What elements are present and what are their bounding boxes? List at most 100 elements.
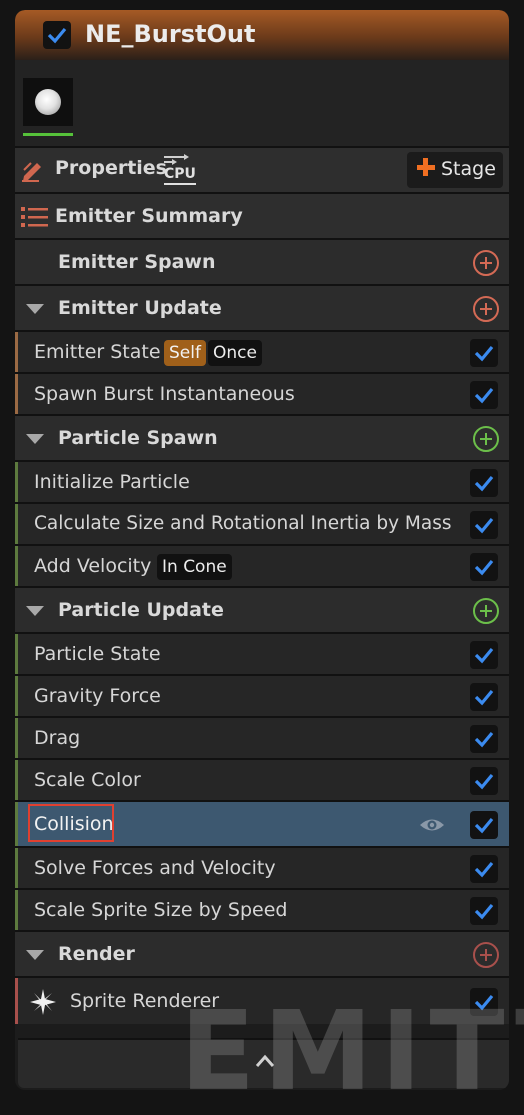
check-icon <box>474 647 494 664</box>
module-enabled-checkbox[interactable] <box>470 725 498 753</box>
stage-stripe <box>15 546 18 586</box>
section-label: Emitter Spawn <box>58 251 216 273</box>
section-label: Render <box>58 943 135 965</box>
check-icon <box>474 773 494 790</box>
plus-icon <box>417 158 435 176</box>
check-icon <box>474 559 494 576</box>
check-icon <box>47 27 67 44</box>
module-enabled-checkbox[interactable] <box>470 511 498 539</box>
module-enabled-checkbox[interactable] <box>470 381 498 409</box>
add-module-icon[interactable] <box>473 598 499 624</box>
module-enabled-checkbox[interactable] <box>470 469 498 497</box>
module-label: Drag <box>34 727 81 749</box>
check-icon <box>474 731 494 748</box>
add-renderer-icon[interactable] <box>473 942 499 968</box>
emitter-watermark: EMITTE <box>180 987 524 1115</box>
module-label: Scale Color <box>34 769 141 791</box>
module-enabled-checkbox[interactable] <box>470 897 498 925</box>
thumbnail-area <box>15 60 509 156</box>
stage-stripe <box>15 718 18 758</box>
section-emitter-spawn[interactable]: Emitter Spawn <box>15 238 509 284</box>
check-icon <box>474 689 494 706</box>
check-icon <box>474 903 494 920</box>
module-row-selected[interactable]: Collision <box>15 800 509 846</box>
module-row[interactable]: Initialize Particle <box>15 460 509 502</box>
add-module-icon[interactable] <box>473 296 499 322</box>
section-emitter-update[interactable]: Emitter Update <box>15 284 509 330</box>
add-module-icon[interactable] <box>473 426 499 452</box>
stage-stripe <box>15 374 18 414</box>
stage-stripe <box>15 760 18 800</box>
module-label: Add Velocity <box>34 555 152 577</box>
list-icon <box>21 207 48 227</box>
section-particle-update[interactable]: Particle Update <box>15 586 509 632</box>
cpu-sim-target: CPU <box>162 154 196 186</box>
module-label: Solve Forces and Velocity <box>34 857 276 879</box>
stage-stripe <box>15 676 18 716</box>
collapse-arrow-icon[interactable] <box>26 434 44 444</box>
properties-label: Properties <box>55 157 167 179</box>
module-row[interactable]: Scale Color <box>15 758 509 800</box>
module-enabled-checkbox[interactable] <box>470 811 498 839</box>
stage-label: Stage <box>441 158 496 180</box>
pencil-icon <box>22 162 41 182</box>
tag-self: Self <box>164 340 206 366</box>
collapse-arrow-icon[interactable] <box>26 606 44 616</box>
module-row[interactable]: Solve Forces and Velocity <box>15 846 509 888</box>
module-enabled-checkbox[interactable] <box>470 767 498 795</box>
module-enabled-checkbox[interactable] <box>470 553 498 581</box>
add-stage-button[interactable]: Stage <box>407 152 503 188</box>
stage-stripe <box>15 890 18 930</box>
section-label: Particle Spawn <box>58 427 218 449</box>
module-label: Emitter State <box>34 341 161 363</box>
add-module-icon[interactable] <box>473 250 499 276</box>
module-label: Gravity Force <box>34 685 161 707</box>
stage-stripe <box>15 462 18 502</box>
module-row[interactable]: Emitter State Self Once <box>15 330 509 372</box>
title-bar: NE_BurstOut <box>15 10 509 60</box>
module-row[interactable]: Gravity Force <box>15 674 509 716</box>
emitter-summary-row[interactable]: Emitter Summary <box>15 192 509 238</box>
emitter-summary-label: Emitter Summary <box>55 205 243 227</box>
stage-stripe <box>15 634 18 674</box>
properties-row[interactable]: Properties CPU Stage <box>15 146 509 192</box>
stage-stripe <box>15 332 18 372</box>
thumbnail-status-bar <box>23 133 73 136</box>
module-row[interactable]: Add Velocity In Cone <box>15 544 509 586</box>
emitter-thumbnail[interactable] <box>23 78 73 126</box>
check-icon <box>474 517 494 534</box>
module-enabled-checkbox[interactable] <box>470 641 498 669</box>
module-label: Collision <box>34 813 114 835</box>
module-label: Calculate Size and Rotational Inertia by… <box>34 513 452 534</box>
module-row[interactable]: Spawn Burst Instantaneous <box>15 372 509 414</box>
module-row[interactable]: Drag <box>15 716 509 758</box>
module-enabled-checkbox[interactable] <box>470 683 498 711</box>
stage-stripe <box>15 802 18 846</box>
check-icon <box>474 475 494 492</box>
emitter-title: NE_BurstOut <box>85 20 256 48</box>
module-row[interactable]: Particle State <box>15 632 509 674</box>
module-row[interactable]: Calculate Size and Rotational Inertia by… <box>15 502 509 544</box>
tag-in-cone: In Cone <box>157 554 232 580</box>
module-enabled-checkbox[interactable] <box>470 855 498 883</box>
module-label: Particle State <box>34 643 161 665</box>
check-icon <box>474 817 494 834</box>
module-enabled-checkbox[interactable] <box>470 339 498 367</box>
stage-stripe <box>15 848 18 888</box>
check-icon <box>474 387 494 404</box>
emitter-enabled-checkbox[interactable] <box>43 21 71 49</box>
particle-preview <box>35 89 61 115</box>
section-particle-spawn[interactable]: Particle Spawn <box>15 414 509 460</box>
section-render[interactable]: Render <box>15 930 509 976</box>
collapse-arrow-icon[interactable] <box>26 950 44 960</box>
section-label: Emitter Update <box>58 297 222 319</box>
module-label: Spawn Burst Instantaneous <box>34 383 295 405</box>
collapse-arrow-icon[interactable] <box>26 304 44 314</box>
sprite-burst-icon <box>30 989 56 1015</box>
stage-stripe <box>15 978 18 1024</box>
tag-once: Once <box>208 340 262 366</box>
module-row[interactable]: Scale Sprite Size by Speed <box>15 888 509 930</box>
check-icon <box>474 345 494 362</box>
module-label: Scale Sprite Size by Speed <box>34 899 288 921</box>
eye-icon[interactable] <box>418 816 446 834</box>
